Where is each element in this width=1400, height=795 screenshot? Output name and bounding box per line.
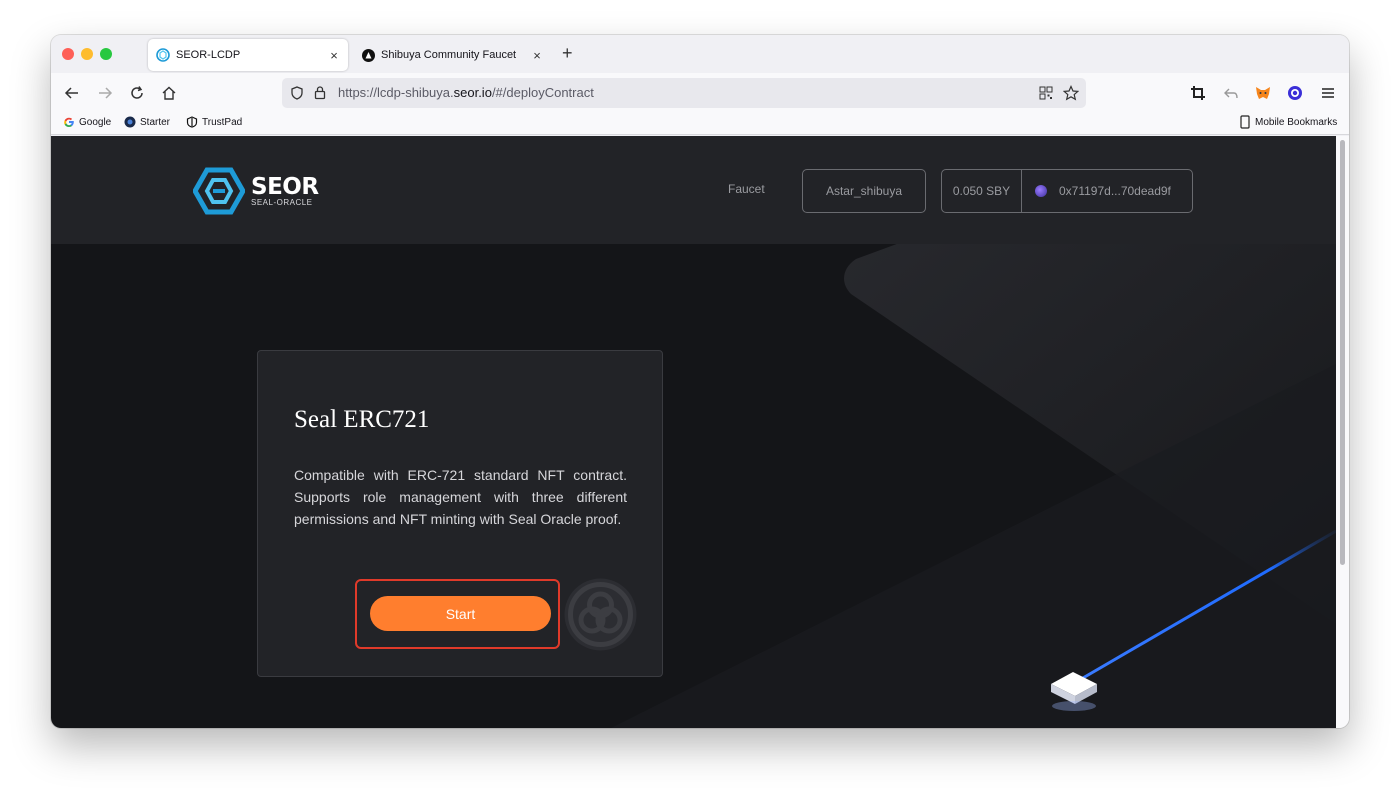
shield-icon[interactable]	[290, 86, 304, 105]
seor-logo-icon	[156, 48, 170, 62]
metamask-fox-icon[interactable]	[1253, 83, 1273, 103]
url-text[interactable]: https://lcdp-shibuya.seor.io/#/deployCon…	[338, 85, 594, 100]
seal-oracle-watermark-icon	[564, 578, 637, 651]
bookmark-trustpad[interactable]: TrustPad	[186, 116, 242, 128]
bookmark-star-icon[interactable]	[1062, 85, 1080, 106]
seor-logo[interactable]: SEOR SEAL-ORACLE	[193, 167, 319, 215]
nav-faucet-link[interactable]: Faucet	[728, 182, 765, 196]
browser-window: SEOR-LCDP × Shibuya Community Faucet × +	[51, 35, 1349, 728]
tab-close-icon[interactable]: ×	[326, 48, 342, 63]
lock-icon[interactable]	[314, 85, 326, 105]
url-domain: seor.io	[453, 85, 492, 100]
url-prefix: https://lcdp-shibuya.	[338, 85, 454, 100]
start-button[interactable]: Start	[370, 596, 551, 631]
navigation-toolbar: https://lcdp-shibuya.seor.io/#/deployCon…	[51, 73, 1349, 113]
wallet-widget[interactable]: 0.050 SBY 0x71197d...70dead9f	[941, 169, 1193, 213]
logo-tagline: SEAL-ORACLE	[251, 197, 313, 207]
contract-card: Seal ERC721 Compatible with ERC-721 stan…	[257, 350, 663, 677]
card-description: Compatible with ERC-721 standard NFT con…	[294, 467, 627, 527]
seor-hex-logo-icon	[193, 167, 245, 215]
card-title: Seal ERC721	[294, 406, 430, 433]
home-icon[interactable]	[159, 83, 179, 103]
url-suffix: /#/deployContract	[491, 85, 594, 100]
wallet-address-button[interactable]: 0x71197d...70dead9f	[1022, 184, 1171, 198]
mobile-bookmarks[interactable]: Mobile Bookmarks	[1239, 115, 1338, 129]
bookmark-label: Google	[79, 116, 112, 128]
hamburger-menu-icon[interactable]	[1318, 83, 1338, 103]
tab-close-icon[interactable]: ×	[529, 48, 545, 63]
trustpad-icon	[186, 116, 198, 128]
extension-circle-icon[interactable]	[1285, 83, 1305, 103]
astar-logo-icon	[361, 48, 375, 62]
logo-name: SEOR	[251, 173, 319, 200]
new-tab-button[interactable]: +	[562, 43, 573, 63]
site-header: SEOR SEAL-ORACLE Faucet Astar_shibuya 0.…	[51, 136, 1336, 244]
bookmarks-bar: Google Starter TrustPad Mobile Bookmarks	[51, 113, 1349, 135]
forward-arrow-icon[interactable]	[95, 83, 115, 103]
mobile-bookmarks-label: Mobile Bookmarks	[1255, 116, 1338, 128]
tab-title: Shibuya Community Faucet	[381, 49, 517, 61]
page-scrollbar[interactable]	[1336, 136, 1349, 728]
reply-arrow-icon[interactable]	[1221, 83, 1241, 103]
logo-text: SEOR SEAL-ORACLE	[251, 173, 319, 207]
bookmark-google[interactable]: Google	[63, 116, 111, 128]
wallet-balance: 0.050 SBY	[942, 170, 1022, 212]
scrollbar-thumb[interactable]	[1340, 140, 1345, 565]
wallet-avatar-icon	[1035, 185, 1047, 197]
network-selector-button[interactable]: Astar_shibuya	[802, 169, 926, 213]
wallet-address: 0x71197d...70dead9f	[1059, 184, 1171, 198]
tab-shibuya-faucet[interactable]: Shibuya Community Faucet ×	[353, 39, 551, 71]
window-close-button[interactable]	[62, 48, 74, 60]
starter-icon	[124, 116, 136, 128]
window-minimize-button[interactable]	[81, 48, 93, 60]
bookmark-starter[interactable]: Starter	[124, 116, 170, 128]
bookmark-label: Starter	[140, 116, 171, 128]
url-bar[interactable]: https://lcdp-shibuya.seor.io/#/deployCon…	[282, 78, 1086, 108]
tab-title: SEOR-LCDP	[176, 49, 241, 61]
back-arrow-icon[interactable]	[62, 83, 82, 103]
page-viewport: SEOR SEAL-ORACLE Faucet Astar_shibuya 0.…	[51, 136, 1336, 728]
bookmark-label: TrustPad	[202, 116, 243, 128]
google-icon	[63, 116, 75, 128]
tab-seor-lcdp[interactable]: SEOR-LCDP ×	[148, 39, 348, 71]
qr-code-icon[interactable]	[1039, 86, 1053, 105]
hero-background	[51, 224, 1336, 728]
tab-strip: SEOR-LCDP × Shibuya Community Faucet × +	[51, 35, 1349, 73]
window-zoom-button[interactable]	[100, 48, 112, 60]
mobile-device-icon	[1239, 115, 1251, 129]
crop-icon[interactable]	[1188, 83, 1208, 103]
reload-icon[interactable]	[127, 83, 147, 103]
